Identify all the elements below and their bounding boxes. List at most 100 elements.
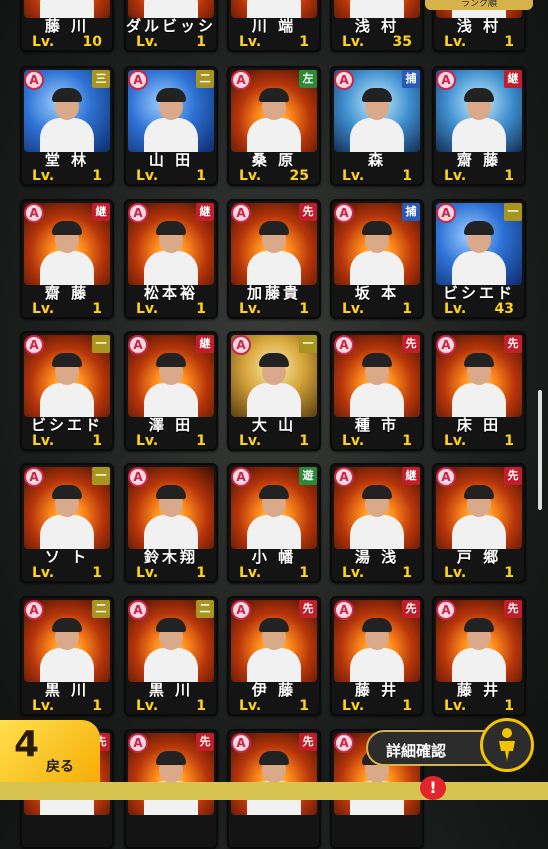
player-name: 加藤貴 (246, 284, 301, 302)
level-value: 1 (196, 565, 206, 581)
player-photo (231, 0, 317, 18)
back-label: 戻る (46, 759, 74, 775)
rank-badge: A (128, 203, 148, 223)
player-card[interactable]: A 二黒 川 Lv. 1 (20, 596, 114, 716)
player-card[interactable]: A 一ビシエド Lv. 1 (20, 331, 114, 451)
level-value: 1 (299, 698, 309, 714)
level-value: 10 (82, 34, 102, 50)
player-card[interactable]: A 一大 山 Lv. 1 (227, 331, 321, 451)
sort-tab[interactable]: ランク順 (425, 0, 533, 10)
level-label: Lv. (444, 565, 467, 581)
scrollbar[interactable] (538, 390, 542, 510)
level-label: Lv. (32, 34, 55, 50)
player-figure-icon (40, 0, 94, 18)
player-card[interactable]: A 先種 市 Lv. 1 (330, 331, 424, 451)
level-value: 1 (92, 301, 102, 317)
player-card[interactable]: A 捕森 Lv. 1 (330, 66, 424, 186)
player-card[interactable]: A 捕坂 本 Lv. 1 (330, 199, 424, 319)
level-value: 35 (392, 34, 412, 50)
rank-badge: A (128, 70, 148, 90)
player-card[interactable]: A 継齋 藤 Lv. 1 (20, 199, 114, 319)
player-card[interactable]: A 先藤 井 Lv. 1 (330, 596, 424, 716)
player-card[interactable]: A川 端Lv.1 (227, 0, 321, 52)
position-badge: 先 (299, 733, 317, 751)
player-name: 小 幡 (251, 548, 297, 566)
level-value: 1 (504, 565, 514, 581)
player-figure-icon (40, 618, 94, 682)
rank-badge: A (231, 203, 251, 223)
level-label: Lv. (342, 34, 365, 50)
rank-badge: A (24, 467, 44, 487)
player-name: 伊 藤 (251, 681, 297, 699)
player-card[interactable]: A 先伊 藤 Lv. 1 (227, 596, 321, 716)
player-figure-icon (144, 618, 198, 682)
player-name: ダルビッシュ (126, 17, 217, 35)
level-value: 1 (504, 34, 514, 50)
player-card[interactable]: A 鈴木翔 Lv. 1 (124, 463, 218, 583)
player-figure-icon (247, 0, 301, 18)
rank-badge: A (231, 600, 251, 620)
level-label: Lv. (342, 565, 365, 581)
level-value: 1 (196, 168, 206, 184)
rank-badge: A (436, 467, 456, 487)
position-badge: 先 (402, 335, 420, 353)
player-name: 黒 川 (148, 681, 194, 699)
player-card[interactable]: A 継松本裕 Lv. 1 (124, 199, 218, 319)
position-badge: 継 (402, 467, 420, 485)
player-card[interactable]: A 遊小 幡 Lv. 1 (227, 463, 321, 583)
player-figure-icon (40, 221, 94, 285)
player-name: 床 田 (456, 416, 502, 434)
player-figure-icon (350, 618, 404, 682)
level-label: Lv. (342, 698, 365, 714)
player-card[interactable]: A浅 村Lv.35 (330, 0, 424, 52)
level-value: 1 (402, 433, 412, 449)
detail-person-icon[interactable] (480, 718, 534, 772)
position-badge: 先 (402, 600, 420, 618)
level-label: Lv. (342, 433, 365, 449)
rank-badge: A (128, 467, 148, 487)
level-label: Lv. (32, 698, 55, 714)
player-card[interactable]: A 二山 田 Lv. 1 (124, 66, 218, 186)
player-card[interactable]: A 先加藤貴 Lv. 1 (227, 199, 321, 319)
position-badge: 一 (299, 335, 317, 353)
rank-badge: A (231, 335, 251, 355)
player-figure-icon (452, 618, 506, 682)
position-badge: 左 (299, 70, 317, 88)
player-figure-icon (452, 88, 506, 152)
rank-badge: A (24, 203, 44, 223)
player-name: 鈴木翔 (143, 548, 198, 566)
player-card[interactable]: A 一ソ ト Lv. 1 (20, 463, 114, 583)
player-card[interactable]: AダルビッシュLv.1 (124, 0, 218, 52)
rank-badge: A (24, 335, 44, 355)
player-name: 藤 井 (354, 681, 400, 699)
player-card[interactable]: A 継澤 田 Lv. 1 (124, 331, 218, 451)
player-card[interactable]: A 三堂 林 Lv. 1 (20, 66, 114, 186)
level-value: 1 (504, 433, 514, 449)
player-card[interactable]: A 継齋 藤 Lv. 1 (432, 66, 526, 186)
rank-badge: A (436, 70, 456, 90)
level-label: Lv. (239, 301, 262, 317)
level-value: 1 (92, 565, 102, 581)
alert-icon[interactable]: ! (420, 776, 446, 800)
player-card[interactable]: A 二黒 川 Lv. 1 (124, 596, 218, 716)
player-card[interactable]: A 先藤 井 Lv. 1 (432, 596, 526, 716)
player-name: 坂 本 (354, 284, 400, 302)
level-label: Lv. (136, 433, 159, 449)
level-label: Lv. (444, 301, 467, 317)
position-badge: 先 (196, 733, 214, 751)
player-card[interactable]: A 継湯 浅 Lv. 1 (330, 463, 424, 583)
player-figure-icon (247, 221, 301, 285)
player-card[interactable]: A 一ビシエド Lv. 43 (432, 199, 526, 319)
rank-badge: A (334, 467, 354, 487)
player-card[interactable]: A 先戸 郷 Lv. 1 (432, 463, 526, 583)
level-value: 1 (299, 565, 309, 581)
player-card[interactable]: A 左桑 原 Lv. 25 (227, 66, 321, 186)
rank-badge: A (436, 203, 456, 223)
position-badge: 捕 (402, 203, 420, 221)
bottom-menu-bar (0, 782, 548, 800)
rank-badge: A (231, 70, 251, 90)
position-badge: 先 (504, 600, 522, 618)
player-card[interactable]: A 先床 田 Lv. 1 (432, 331, 526, 451)
player-figure-icon (144, 353, 198, 417)
player-card[interactable]: A藤 川Lv.10 (20, 0, 114, 52)
